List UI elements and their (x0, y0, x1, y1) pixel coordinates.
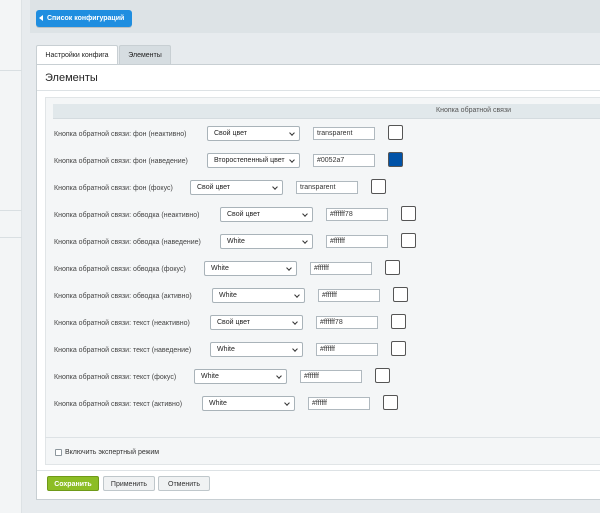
row-label: Кнопка обратной связи: фон (наведение) (54, 158, 188, 165)
back-arrow-icon (39, 15, 43, 21)
divider (45, 437, 600, 438)
chevron-down-icon (292, 319, 298, 325)
save-button[interactable]: Сохранить (47, 476, 99, 491)
row-label: Кнопка обратной связи: текст (наведение) (54, 347, 192, 354)
color-source-select[interactable]: White (194, 369, 287, 384)
expert-mode-checkbox[interactable] (55, 449, 62, 456)
select-value: White (211, 265, 229, 272)
color-swatch[interactable] (391, 341, 406, 356)
color-swatch[interactable] (401, 206, 416, 221)
settings-row: Кнопка обратной связи: фон (фокус) Свой ц… (0, 179, 600, 199)
color-source-select[interactable]: Второстепенный цвет (207, 153, 300, 168)
row-label: Кнопка обратной связи: фон (фокус) (54, 185, 173, 192)
color-value-input[interactable]: #ffffff (326, 235, 388, 248)
color-source-select[interactable]: White (220, 234, 313, 249)
select-value: Свой цвет (197, 184, 230, 191)
row-label: Кнопка обратной связи: обводка (фокус) (54, 266, 186, 273)
chevron-down-icon (289, 157, 295, 163)
color-source-select[interactable]: White (204, 261, 297, 276)
apply-button[interactable]: Применить (103, 476, 155, 491)
select-value: Второстепенный цвет (214, 157, 285, 164)
color-value-input[interactable]: #ffffff78 (326, 208, 388, 221)
color-swatch[interactable] (388, 152, 403, 167)
chevron-down-icon (294, 292, 300, 298)
color-value-input[interactable]: transparent (313, 127, 375, 140)
color-swatch[interactable] (401, 233, 416, 248)
row-label: Кнопка обратной связи: текст (фокус) (54, 374, 177, 381)
settings-row: Кнопка обратной связи: обводка (активно)… (0, 287, 600, 307)
color-value-input[interactable]: #ffffff (316, 343, 378, 356)
color-source-select[interactable]: Свой цвет (210, 315, 303, 330)
color-value-input[interactable]: #ffffff (300, 370, 362, 383)
row-label: Кнопка обратной связи: текст (неактивно) (54, 320, 190, 327)
select-value: White (219, 292, 237, 299)
color-swatch[interactable] (391, 314, 406, 329)
select-value: Свой цвет (217, 319, 250, 326)
color-swatch[interactable] (385, 260, 400, 275)
select-value: Свой цвет (214, 130, 247, 137)
color-source-select[interactable]: Свой цвет (190, 180, 283, 195)
chevron-down-icon (302, 238, 308, 244)
table-header: Кнопка обратной связи (53, 104, 600, 119)
row-label: Кнопка обратной связи: фон (неактивно) (54, 131, 187, 138)
color-source-select[interactable]: White (210, 342, 303, 357)
select-value: White (227, 238, 245, 245)
select-value: White (217, 346, 235, 353)
divider (37, 90, 600, 91)
expert-mode-label: Включить экспертный режим (65, 449, 160, 456)
chevron-down-icon (272, 184, 278, 190)
color-value-input[interactable]: transparent (296, 181, 358, 194)
chevron-down-icon (276, 373, 282, 379)
chevron-down-icon (289, 130, 295, 136)
row-label: Кнопка обратной связи: обводка (наведени… (54, 239, 201, 246)
select-value: White (209, 400, 227, 407)
color-value-input[interactable]: #ffffff (318, 289, 380, 302)
settings-row: Кнопка обратной связи: обводка (фокус) Wh… (0, 260, 600, 280)
row-label: Кнопка обратной связи: обводка (неактивн… (54, 212, 200, 219)
settings-row: Кнопка обратной связи: фон (наведение) Вт… (0, 152, 600, 172)
chevron-down-icon (284, 400, 290, 406)
back-button-label: Список конфигураций (47, 15, 125, 22)
color-value-input[interactable]: #ffffff (310, 262, 372, 275)
color-swatch[interactable] (388, 125, 403, 140)
chevron-down-icon (286, 265, 292, 271)
left-sidebar-strip (0, 0, 22, 513)
color-swatch[interactable] (375, 368, 390, 383)
select-value: Свой цвет (227, 211, 260, 218)
chevron-down-icon (292, 346, 298, 352)
settings-row: Кнопка обратной связи: текст (фокус) Whit… (0, 368, 600, 388)
settings-row: Кнопка обратной связи: обводка (неактивн… (0, 206, 600, 226)
settings-row: Кнопка обратной связи: текст (неактивно)… (0, 314, 600, 334)
color-source-select[interactable]: White (202, 396, 295, 411)
select-value: White (201, 373, 219, 380)
settings-row: Кнопка обратной связи: текст (наведение)… (0, 341, 600, 361)
settings-row: Кнопка обратной связи: обводка (наведени… (0, 233, 600, 253)
settings-row: Кнопка обратной связи: текст (активно) Wh… (0, 395, 600, 415)
color-value-input[interactable]: #ffffff78 (316, 316, 378, 329)
color-swatch[interactable] (371, 179, 386, 194)
color-source-select[interactable]: White (212, 288, 305, 303)
color-swatch[interactable] (383, 395, 398, 410)
color-value-input[interactable]: #0052a7 (313, 154, 375, 167)
settings-row: Кнопка обратной связи: фон (неактивно) Св… (0, 125, 600, 145)
panel-title: Элементы (45, 72, 98, 84)
cancel-button[interactable]: Отменить (158, 476, 210, 491)
color-swatch[interactable] (393, 287, 408, 302)
row-label: Кнопка обратной связи: текст (активно) (54, 401, 183, 408)
column-header-feedback-button: Кнопка обратной связи (436, 107, 512, 114)
tab-config-settings[interactable]: Настройки конфига (36, 45, 118, 64)
row-label: Кнопка обратной связи: обводка (активно) (54, 293, 192, 300)
back-to-config-list-button[interactable]: Список конфигураций (36, 10, 132, 27)
tab-elements[interactable]: Элементы (119, 45, 171, 64)
color-source-select[interactable]: Свой цвет (220, 207, 313, 222)
divider (37, 470, 600, 471)
color-source-select[interactable]: Свой цвет (207, 126, 300, 141)
color-value-input[interactable]: #ffffff (308, 397, 370, 410)
chevron-down-icon (302, 211, 308, 217)
